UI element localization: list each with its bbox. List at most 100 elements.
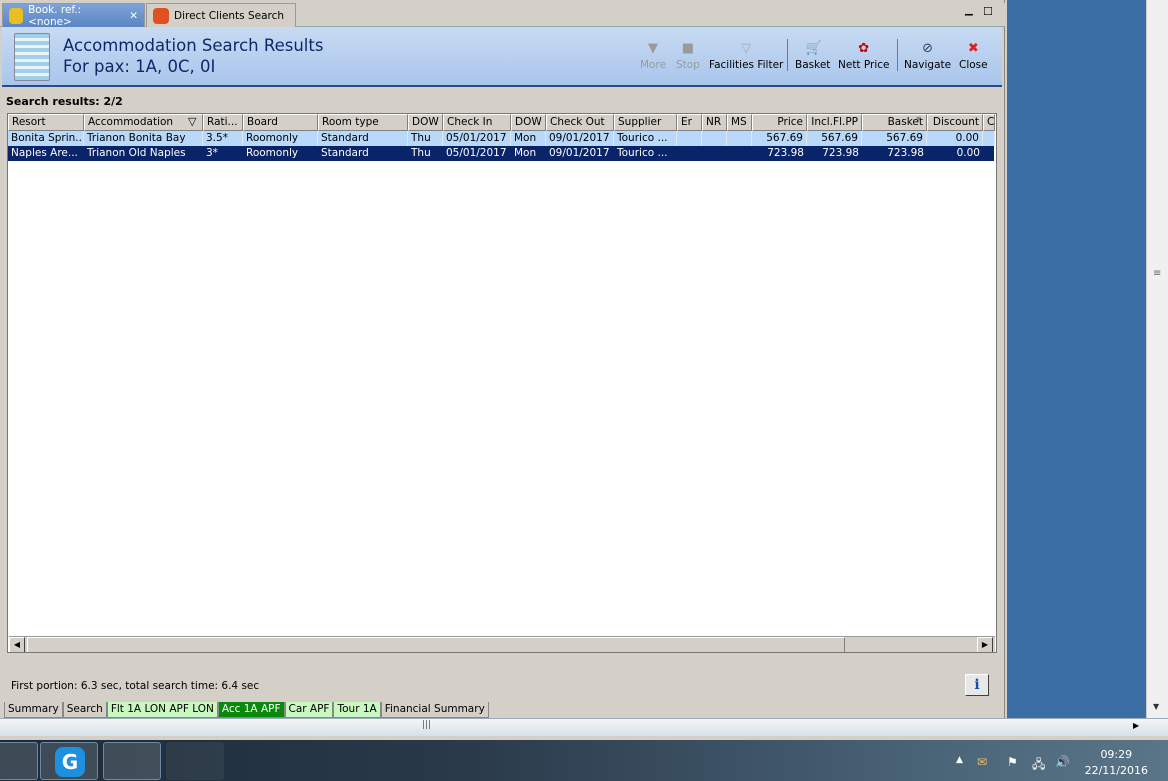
bottom-tab-car[interactable]: Car APF <box>284 702 334 718</box>
column-header[interactable]: Incl.Fl.PP <box>807 114 862 131</box>
clients-icon <box>153 7 169 24</box>
column-header[interactable]: Price <box>752 114 807 131</box>
compass-icon: ⊘ <box>922 41 933 56</box>
show-hidden-icons[interactable]: ▲ <box>956 755 963 765</box>
maximize-button[interactable]: ☐ <box>983 5 993 18</box>
facilities-filter-button[interactable]: ▽ Facilities Filter <box>709 41 783 72</box>
browser-app[interactable]: G <box>40 742 98 780</box>
column-header[interactable]: Accommodation <box>84 114 203 131</box>
navigate-button[interactable]: ⊘ Navigate <box>904 41 951 72</box>
more-icon: ▼ <box>648 41 659 56</box>
table-cell: 05/01/2017 <box>446 147 507 159</box>
app-window-button[interactable] <box>103 742 161 780</box>
palm-tree-icon <box>9 7 24 24</box>
clock-date: 22/11/2016 <box>1084 764 1148 777</box>
network-icon[interactable]: 🖧 <box>1032 755 1045 776</box>
column-header[interactable]: Board <box>243 114 318 131</box>
table-cell <box>727 131 752 146</box>
table-cell: 05/01/2017 <box>443 131 511 146</box>
table-row[interactable]: Bonita Sprin... Trianon Bonita Bay 3.5* Roo… <box>8 131 995 146</box>
basket-icon: 🛒 <box>805 41 822 56</box>
scroll-right-button[interactable]: ▶ <box>977 637 993 652</box>
table-row[interactable]: Naples Are... Trianon Old Naples 3* Roomonl… <box>8 146 994 161</box>
bottom-tab-search[interactable]: Search <box>62 702 107 718</box>
pax-subtitle: For pax: 1A, 0C, 0I <box>63 57 216 76</box>
column-header[interactable]: Check In <box>443 114 511 131</box>
page-header: Accommodation Search Results For pax: 1A… <box>2 27 1002 87</box>
scroll-left-button[interactable]: ◀ <box>9 637 25 652</box>
bottom-tab-summary[interactable]: Summary <box>4 702 63 718</box>
tab-booking[interactable]: Book. ref.: <none> ✕ <box>2 3 145 28</box>
table-cell <box>983 146 995 161</box>
scroll-grip-icon[interactable]: ||| <box>422 720 431 730</box>
scroll-right-button[interactable]: ▶ <box>1133 721 1139 730</box>
hotel-icon <box>14 33 50 81</box>
close-button[interactable]: ✖ Close <box>959 42 988 72</box>
bottom-tab-financial-summary[interactable]: Financial Summary <box>380 702 489 718</box>
table-cell: 723.98 <box>822 147 859 159</box>
horizontal-scrollbar[interactable]: ◀ ▶ <box>9 636 995 652</box>
label: Basket <box>795 59 831 71</box>
action-center-flag-icon[interactable]: ⚑ <box>1007 755 1018 769</box>
bottom-tab-accommodation[interactable]: Acc 1A APF <box>217 702 285 718</box>
vertical-scrollbar[interactable]: ≡ ▼ <box>1146 0 1168 718</box>
column-header[interactable]: C <box>983 114 995 131</box>
stop-button[interactable]: ■ Stop <box>676 42 700 72</box>
table-cell: Thu <box>411 147 431 159</box>
table-cell: Tourico ... <box>617 147 668 159</box>
volume-icon[interactable]: 🔊 <box>1055 755 1070 769</box>
more-button[interactable]: ▼ More <box>640 41 667 72</box>
column-header[interactable]: Resort <box>8 114 84 131</box>
desktop-background <box>1007 0 1146 718</box>
app-logo-icon: G <box>55 747 85 777</box>
clock[interactable]: 09:29 22/11/2016 <box>1085 747 1148 779</box>
bottom-tab-tour[interactable]: Tour 1A <box>333 702 381 718</box>
table-cell <box>983 131 995 146</box>
minimize-button[interactable]: ▁ <box>965 5 973 16</box>
column-filter-icon[interactable]: ▽ <box>188 115 196 128</box>
taskbar: G <box>0 740 1168 781</box>
table-header: Resort Accommodation Rati... Board Room type… <box>8 114 995 131</box>
column-header[interactable]: Er <box>677 114 702 131</box>
mail-icon[interactable]: ✉ <box>977 755 987 769</box>
table-cell <box>727 146 752 161</box>
basket-button[interactable]: 🛒 Basket <box>795 41 831 72</box>
table-cell: 3.5* <box>203 131 243 146</box>
table-cell: 567.69 <box>862 131 927 146</box>
scroll-thumb[interactable] <box>27 637 845 652</box>
table-cell: 0.00 <box>956 147 980 159</box>
column-header[interactable]: Rati... <box>203 114 243 131</box>
column-header[interactable]: Discount <box>927 114 983 131</box>
column-header[interactable]: Room type <box>318 114 408 131</box>
filter-icon: ▽ <box>741 41 752 56</box>
label: More <box>640 59 667 71</box>
column-header[interactable]: DOW <box>408 114 443 131</box>
column-header[interactable]: Supplier <box>614 114 677 131</box>
column-header[interactable]: DOW <box>511 114 546 131</box>
table-cell: Mon <box>511 131 546 146</box>
scroll-down-button[interactable]: ▼ <box>1153 702 1159 711</box>
bottom-tab-bar: Summary Search Flt 1A LON APF LON Acc 1A… <box>4 702 489 718</box>
column-header[interactable]: MS <box>727 114 752 131</box>
close-tab-icon[interactable]: ✕ <box>129 10 138 22</box>
column-header[interactable]: NR <box>702 114 727 131</box>
outer-horizontal-scrollbar[interactable]: ||| ▶ <box>0 718 1168 736</box>
label: Nett Price <box>838 59 890 71</box>
info-button[interactable]: i <box>965 674 989 696</box>
table-cell: Roomonly <box>246 147 299 159</box>
app-window-button[interactable] <box>166 742 224 780</box>
scroll-grip-icon[interactable]: ≡ <box>1153 268 1161 279</box>
tab-direct-clients-search[interactable]: Direct Clients Search <box>146 3 296 27</box>
bottom-tab-flight[interactable]: Flt 1A LON APF LON <box>106 702 218 718</box>
label: Close <box>959 59 988 71</box>
search-time-status: First portion: 6.3 sec, total search tim… <box>11 680 260 692</box>
sort-descending-icon: ▾ <box>916 114 922 125</box>
table-cell: Thu <box>408 131 443 146</box>
table-cell: 723.98 <box>887 147 924 159</box>
tab-label: Direct Clients Search <box>174 9 285 22</box>
table-cell: Tourico ... <box>614 131 677 146</box>
column-header[interactable]: Check Out <box>546 114 614 131</box>
remote-desktop-app[interactable] <box>0 742 38 780</box>
table-cell: 0.00 <box>927 131 983 146</box>
nett-price-button[interactable]: ✿ Nett Price <box>838 42 890 72</box>
